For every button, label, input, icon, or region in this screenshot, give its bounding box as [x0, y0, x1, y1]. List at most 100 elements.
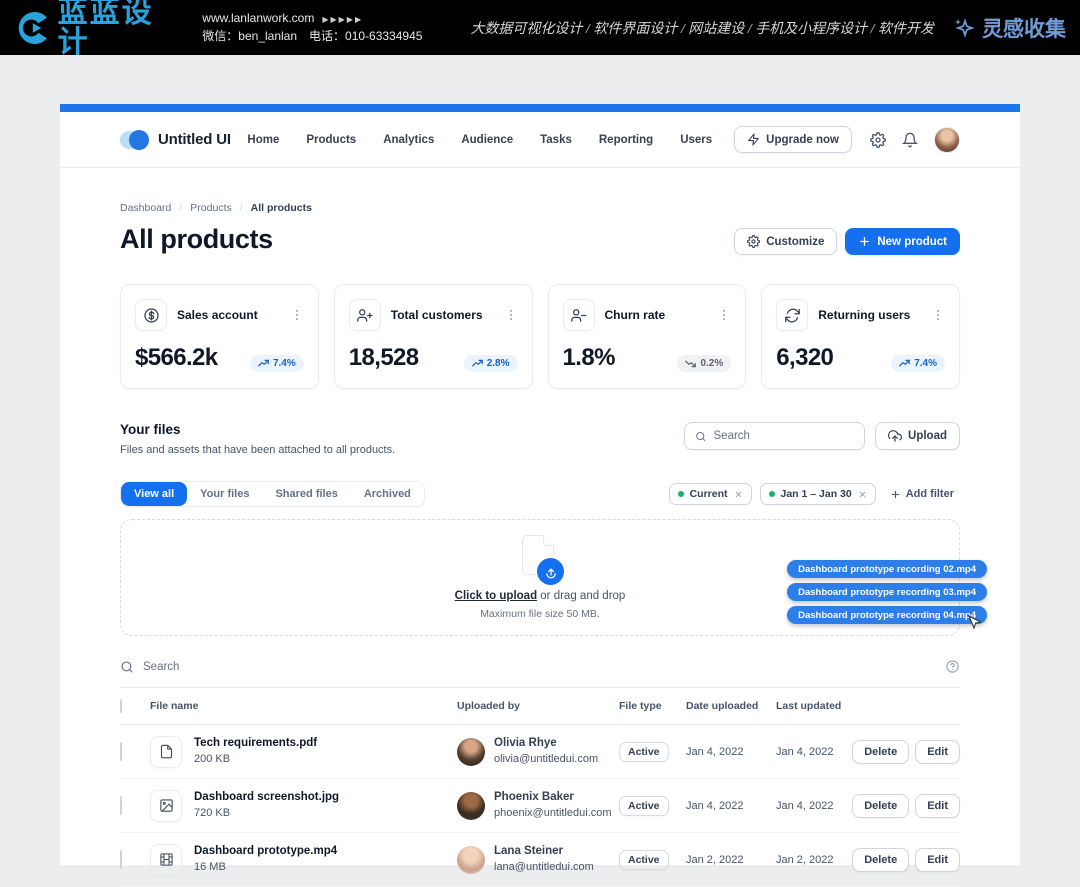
date-uploaded: Jan 4, 2022	[686, 800, 776, 812]
refresh-icon	[776, 299, 808, 331]
delete-button[interactable]: Delete	[852, 848, 909, 872]
files-search-box	[684, 422, 865, 450]
file-size: 16 MB	[194, 860, 337, 875]
status-badge: Active	[619, 850, 669, 870]
banner-services: 大数据可视化设计 / 软件界面设计 / 网站建设 / 手机及小程序设计 / 软件…	[440, 18, 934, 38]
edit-button[interactable]: Edit	[915, 848, 960, 872]
uploader-email: lana@untitledui.com	[494, 860, 594, 875]
header-last-updated: Last updated	[776, 700, 864, 712]
stat-label: Returning users	[818, 308, 910, 322]
customize-button[interactable]: Customize	[734, 228, 837, 255]
lanlan-logo-icon	[14, 9, 52, 47]
filter-chip-current[interactable]: Current	[669, 483, 752, 505]
new-product-button[interactable]: New product	[845, 228, 960, 255]
add-filter-button[interactable]: Add filter	[884, 484, 960, 504]
app-top-strip	[60, 104, 1020, 112]
untitled-ui-app: Untitled UI Home Products Analytics Audi…	[60, 104, 1020, 865]
app-navbar: Untitled UI Home Products Analytics Audi…	[60, 112, 1020, 168]
upload-button[interactable]: Upload	[875, 422, 960, 450]
tab-view-all[interactable]: View all	[121, 482, 187, 506]
tab-shared-files[interactable]: Shared files	[262, 482, 350, 506]
table-search-input[interactable]	[143, 661, 936, 673]
nav-item-products[interactable]: Products	[306, 134, 356, 146]
row-checkbox[interactable]	[120, 796, 122, 815]
delete-button[interactable]: Delete	[852, 794, 909, 818]
file-chip[interactable]: Dashboard prototype recording 04.mp4	[787, 606, 987, 624]
dropzone-text: Click to upload or drag and drop	[455, 590, 626, 602]
nav-item-analytics[interactable]: Analytics	[383, 134, 434, 146]
select-all-checkbox[interactable]	[120, 699, 122, 713]
user-avatar[interactable]	[934, 127, 960, 153]
nav-item-audience[interactable]: Audience	[461, 134, 513, 146]
brand[interactable]: Untitled UI	[120, 130, 231, 150]
file-chip[interactable]: Dashboard prototype recording 03.mp4	[787, 583, 987, 601]
uploader-email: olivia@untitledui.com	[494, 752, 598, 767]
nav-item-users[interactable]: Users	[680, 134, 712, 146]
close-icon[interactable]	[734, 490, 743, 499]
close-icon[interactable]	[858, 490, 867, 499]
uploader-name: Lana Steiner	[494, 844, 594, 859]
row-checkbox[interactable]	[120, 742, 122, 761]
edit-button[interactable]: Edit	[915, 740, 960, 764]
stat-value: 6,320	[776, 344, 833, 372]
plus-icon	[890, 489, 901, 500]
files-tabs: View all Your files Shared files Archive…	[120, 481, 425, 507]
stats-row: Sales account $566.2k 7.4%	[120, 284, 960, 389]
inspiration-collect-label: 灵感收集	[982, 13, 1066, 43]
breadcrumb-dashboard[interactable]: Dashboard	[120, 202, 171, 214]
file-name: Dashboard screenshot.jpg	[194, 790, 339, 805]
row-checkbox[interactable]	[120, 850, 122, 869]
uploader-name: Phoenix Baker	[494, 790, 612, 805]
status-dot-icon	[678, 491, 684, 497]
stat-card-churn-rate: Churn rate 1.8% 0.2%	[548, 284, 747, 389]
trend-up-icon	[899, 359, 910, 368]
stat-card-returning-users: Returning users 6,320 7.4%	[761, 284, 960, 389]
tab-archived[interactable]: Archived	[351, 482, 424, 506]
avatar	[457, 792, 485, 820]
table-search-row	[120, 646, 960, 688]
edit-button[interactable]: Edit	[915, 794, 960, 818]
table-row: Tech requirements.pdf 200 KB Olivia Rhye…	[120, 725, 960, 779]
date-uploaded: Jan 2, 2022	[686, 854, 776, 866]
delete-button[interactable]: Delete	[852, 740, 909, 764]
dots-vertical-icon[interactable]	[290, 308, 304, 322]
file-chip[interactable]: Dashboard prototype recording 02.mp4	[787, 560, 987, 578]
avatar	[457, 738, 485, 766]
nav-item-home[interactable]: Home	[247, 134, 279, 146]
file-size: 720 KB	[194, 806, 339, 821]
plus-icon	[858, 235, 871, 248]
search-icon	[695, 430, 706, 443]
bell-icon[interactable]	[902, 132, 918, 148]
nav-item-tasks[interactable]: Tasks	[540, 134, 572, 146]
upgrade-now-button[interactable]: Upgrade now	[734, 126, 852, 153]
uploaded-file-chips: Dashboard prototype recording 02.mp4 Das…	[787, 560, 987, 624]
dots-vertical-icon[interactable]	[717, 308, 731, 322]
stat-value: $566.2k	[135, 344, 218, 372]
banner-website: www.lanlanwork.com	[202, 11, 314, 25]
status-badge: Active	[619, 796, 669, 816]
upload-cloud-icon	[888, 429, 902, 443]
breadcrumb-separator: /	[179, 202, 182, 214]
filter-chip-date-range[interactable]: Jan 1 – Jan 30	[760, 483, 876, 505]
table-row: Dashboard screenshot.jpg 720 KB Phoenix …	[120, 779, 960, 833]
file-video-icon	[150, 844, 182, 876]
breadcrumb-products[interactable]: Products	[190, 202, 231, 214]
nav-item-reporting[interactable]: Reporting	[599, 134, 653, 146]
dots-vertical-icon[interactable]	[931, 308, 945, 322]
tab-your-files[interactable]: Your files	[187, 482, 262, 506]
upload-dropzone[interactable]: Click to upload or drag and drop Maximum…	[120, 519, 960, 636]
table-header-row: File name Uploaded by File type Date upl…	[120, 688, 960, 725]
trend-down-icon	[685, 359, 696, 368]
cursor-icon	[967, 615, 981, 631]
gear-icon	[747, 235, 760, 248]
settings-icon[interactable]	[870, 132, 886, 148]
help-icon[interactable]	[945, 659, 960, 674]
click-to-upload-link[interactable]: Click to upload	[455, 590, 537, 602]
dots-vertical-icon[interactable]	[504, 308, 518, 322]
upload-circle-icon	[537, 558, 564, 585]
header-uploaded-by: Uploaded by	[457, 700, 619, 712]
files-search-input[interactable]	[714, 430, 855, 442]
inspiration-collect[interactable]: 灵感收集	[952, 13, 1066, 43]
sparkle-star-icon	[952, 16, 976, 40]
banner-contact-line: 微信：ben_lanlan 电话：010-63334945	[202, 28, 422, 45]
